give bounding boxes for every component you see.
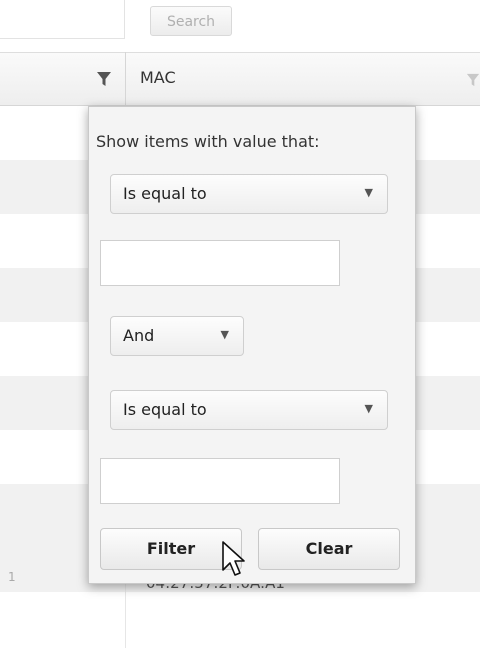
operator-dropdown-label: Is equal to bbox=[123, 400, 207, 419]
filter-icon[interactable] bbox=[466, 72, 480, 88]
chevron-down-icon: ▼ bbox=[364, 402, 373, 415]
logic-dropdown[interactable]: And ▼ bbox=[110, 316, 244, 356]
chevron-down-icon: ▼ bbox=[364, 186, 373, 199]
filter-value-field-2[interactable] bbox=[100, 458, 340, 504]
filter-popup-title: Show items with value that: bbox=[96, 132, 320, 151]
grid-header bbox=[0, 52, 480, 106]
mouse-pointer-icon bbox=[222, 541, 245, 576]
search-button[interactable]: Search bbox=[150, 6, 232, 36]
search-input[interactable] bbox=[0, 0, 125, 39]
clear-button[interactable]: Clear bbox=[258, 528, 400, 570]
chevron-down-icon: ▼ bbox=[220, 328, 229, 341]
header-divider bbox=[125, 52, 126, 106]
filter-value-field-1[interactable] bbox=[100, 240, 340, 286]
operator-dropdown-2[interactable]: Is equal to ▼ bbox=[110, 390, 388, 430]
row-cell: 1 bbox=[8, 570, 16, 584]
filter-icon[interactable] bbox=[96, 70, 112, 88]
operator-dropdown-label: Is equal to bbox=[123, 184, 207, 203]
column-header-mac[interactable]: MAC bbox=[140, 68, 176, 87]
logic-dropdown-label: And bbox=[123, 326, 155, 345]
operator-dropdown-1[interactable]: Is equal to ▼ bbox=[110, 174, 388, 214]
